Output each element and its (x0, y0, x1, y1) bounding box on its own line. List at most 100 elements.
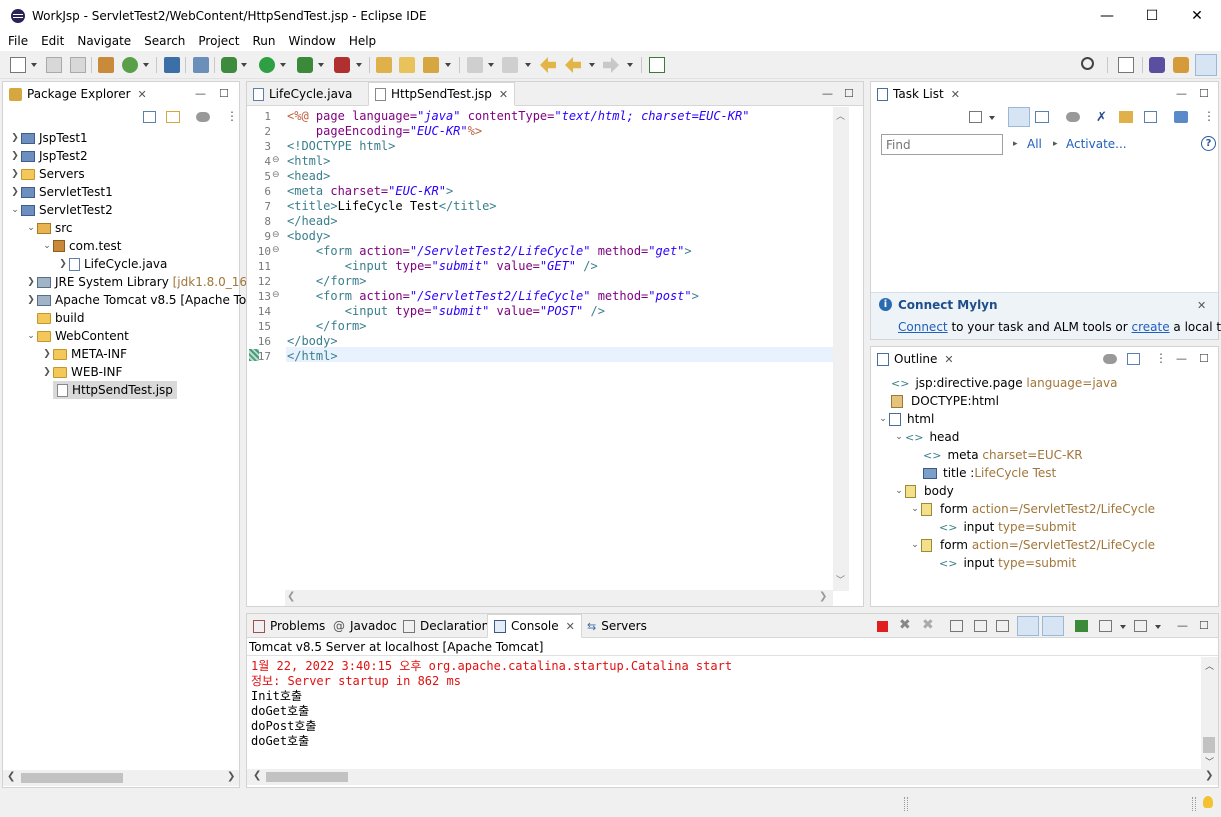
focus-icon[interactable] (1119, 111, 1133, 123)
open-perspective-icon[interactable] (1118, 57, 1134, 73)
new-icon[interactable] (10, 57, 26, 73)
open-folder-icon[interactable] (399, 57, 415, 73)
menu-help[interactable]: Help (349, 34, 376, 48)
fold-toggle-icon[interactable]: ⊖ (272, 170, 280, 180)
minimize-view-icon[interactable]: — (1176, 87, 1187, 100)
chevron-right-icon[interactable]: ❯ (9, 169, 21, 179)
scroll-down-icon[interactable]: ﹀ (836, 573, 845, 586)
coverage-icon[interactable] (297, 57, 313, 73)
sync-icon[interactable] (1174, 111, 1188, 123)
tab-lifecycle-java[interactable]: LifeCycle.java (247, 82, 358, 106)
tab-task-list[interactable]: Task List ✕ (871, 82, 966, 106)
chevron-down-icon[interactable]: ⌄ (893, 432, 905, 442)
remove-all-icon[interactable]: ✖ (922, 617, 934, 633)
tab-console[interactable]: Console ✕ (487, 614, 582, 638)
menu-edit[interactable]: Edit (41, 34, 64, 48)
refresh-icon[interactable] (122, 57, 138, 73)
chevron-down-icon[interactable]: ⌄ (25, 331, 37, 341)
tree-item[interactable]: build (25, 309, 85, 327)
chevron-right-icon[interactable]: ❯ (25, 277, 37, 287)
fold-toggle-icon[interactable]: ⊖ (272, 290, 280, 300)
remove-launch-icon[interactable]: ✖ (899, 617, 911, 633)
tab-httpsendtest-jsp[interactable]: HttpSendTest.jsp ✕ (368, 82, 516, 106)
collapse-all-icon[interactable] (143, 111, 156, 123)
word-wrap-icon[interactable] (996, 620, 1009, 632)
skip-breakpoints-icon[interactable] (193, 57, 209, 73)
vertical-scrollbar[interactable]: ︿ ﹀ (833, 107, 849, 591)
outline-item[interactable]: ⌄ html (877, 410, 934, 428)
tree-item[interactable]: ⌄ ServletTest2 (9, 201, 113, 219)
tree-item[interactable]: ❯ JspTest1 (9, 129, 87, 147)
filter-icon[interactable] (1066, 112, 1080, 122)
menu-file[interactable]: File (8, 34, 28, 48)
all-link[interactable]: All (1027, 137, 1042, 151)
chevron-right-icon[interactable]: ❯ (41, 367, 53, 377)
close-icon[interactable]: ✕ (499, 88, 508, 101)
search-icon[interactable] (1081, 57, 1094, 70)
tab-servers[interactable]: ⇆ Servers (581, 614, 653, 638)
tab-package-explorer[interactable]: Package Explorer ✕ (3, 82, 153, 106)
open-task-icon[interactable] (423, 57, 439, 73)
maximize-view-icon[interactable]: ☐ (219, 87, 229, 100)
chevron-right-icon[interactable]: ❯ (9, 133, 21, 143)
scroll-right-icon[interactable]: ❯ (1205, 770, 1213, 781)
coverage-dropdown-icon[interactable] (318, 63, 324, 67)
open-task-dropdown-icon[interactable] (445, 63, 451, 67)
tree-item[interactable]: ❯ Servers (9, 165, 84, 183)
last-edit-icon[interactable] (540, 57, 556, 73)
chevron-down-icon[interactable]: ⌄ (25, 223, 37, 233)
fold-toggle-icon[interactable]: ⊖ (272, 155, 280, 165)
next-annotation-dropdown-icon[interactable] (488, 63, 494, 67)
chevron-down-icon[interactable]: ⌄ (41, 241, 53, 251)
scroll-left-icon[interactable]: ❮ (7, 771, 15, 782)
back-dropdown-icon[interactable] (589, 63, 595, 67)
run-dropdown-icon[interactable] (280, 63, 286, 67)
tab-outline[interactable]: Outline ✕ (871, 347, 960, 371)
collapse-all-icon[interactable] (1144, 111, 1157, 123)
back-arrow-icon[interactable] (565, 57, 581, 73)
scroll-lock-icon[interactable] (974, 620, 987, 632)
outline-item[interactable]: <> meta charset=EUC-KR (923, 446, 1083, 464)
menu-project[interactable]: Project (198, 34, 239, 48)
scroll-right-icon[interactable]: ❯ (227, 771, 235, 782)
open-console-dropdown-icon[interactable] (1155, 625, 1161, 629)
new-task-icon[interactable] (969, 111, 982, 123)
show-on-error-icon[interactable] (1042, 616, 1064, 636)
previous-annotation-icon[interactable] (502, 57, 518, 73)
tree-item[interactable]: ❯ Apache Tomcat v8.5 [Apache Tor (25, 291, 251, 309)
chevron-right-icon[interactable]: ❯ (57, 259, 69, 269)
close-button[interactable]: ✕ (1174, 0, 1220, 31)
clear-console-icon[interactable] (950, 620, 963, 632)
scroll-up-icon[interactable]: ︿ (836, 109, 845, 122)
open-console-icon[interactable] (1134, 620, 1147, 632)
outline-item[interactable]: ⌄ form action=/ServletTest2/LifeCycle (909, 500, 1155, 518)
tree-item[interactable]: ❯ LifeCycle.java (57, 255, 167, 273)
tab-problems[interactable]: Problems (247, 614, 331, 638)
code-editor[interactable]: 1 2 3 4 ⊖ 5 ⊖ 6 7 8 9 ⊖ 10 ⊖ 11 12 13 ⊖ 14 15 16 17 <%@ page … (247, 107, 833, 591)
external-tools-dropdown-icon[interactable] (356, 63, 362, 67)
chevron-down-icon[interactable]: ⌄ (909, 540, 921, 550)
build-icon[interactable] (98, 57, 114, 73)
maximize-view-icon[interactable]: ☐ (1199, 87, 1209, 100)
horizontal-scrollbar[interactable]: ❮ ❯ (3, 770, 239, 786)
minimize-view-icon[interactable]: — (1177, 619, 1188, 632)
outline-item[interactable]: ⌄ <> head (893, 428, 959, 446)
save-icon[interactable] (46, 57, 62, 73)
chevron-down-icon[interactable]: ⌄ (909, 504, 921, 514)
debug-dropdown-icon[interactable] (241, 63, 247, 67)
fold-toggle-icon[interactable]: ⊖ (272, 230, 280, 240)
close-icon[interactable]: ✕ (951, 88, 960, 101)
chevron-right-icon[interactable]: ❯ (9, 151, 21, 161)
menu-navigate[interactable]: Navigate (77, 34, 131, 48)
new-task-dropdown-icon[interactable] (989, 116, 995, 120)
maximize-view-icon[interactable]: ☐ (1199, 352, 1209, 365)
new-dropdown-icon[interactable] (31, 63, 37, 67)
tree-item[interactable]: ❯ ServletTest1 (9, 183, 113, 201)
outline-item[interactable]: <> input type=submit (939, 518, 1076, 536)
tree-item[interactable]: ❯ WEB-INF (41, 363, 122, 381)
scroll-left-icon[interactable]: ❮ (253, 770, 261, 781)
scrollbar-thumb[interactable] (1203, 737, 1215, 753)
connect-link[interactable]: Connect (898, 320, 948, 334)
chevron-right-icon[interactable]: ❯ (25, 295, 37, 305)
tree-item[interactable]: ❯ JRE System Library [jdk1.8.0_161 (25, 273, 254, 291)
